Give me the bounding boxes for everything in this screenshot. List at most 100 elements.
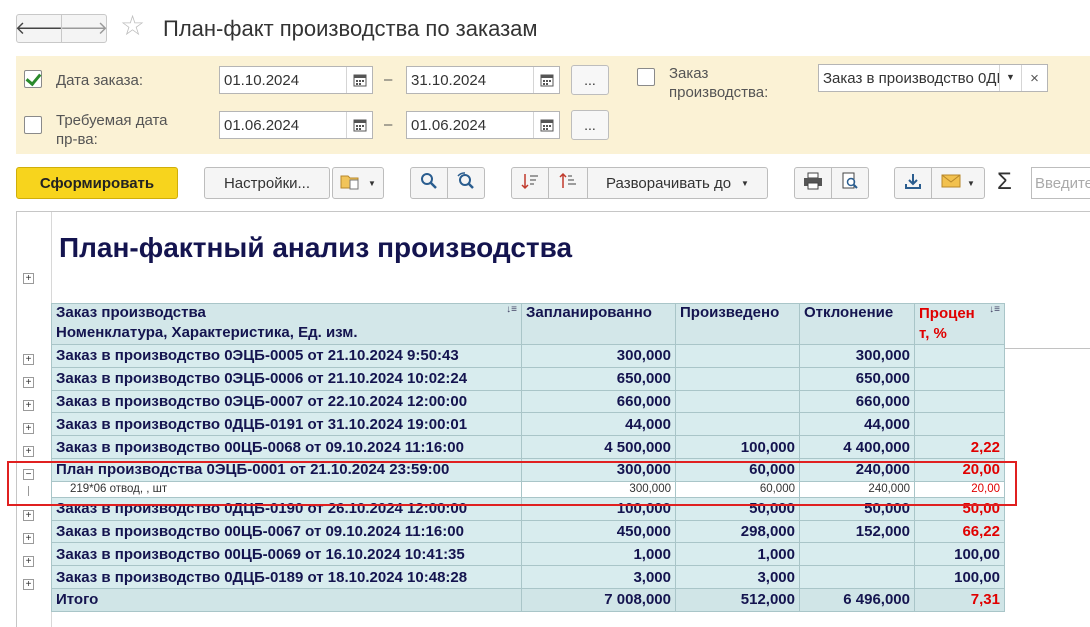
total-deviation: 6 496,000 [799,587,915,612]
row-order-name: План производства 0ЭЦБ-0001 от 21.10.202… [51,457,522,482]
table-row[interactable]: Заказ в производство 0ЭЦБ-0007 от 22.10.… [51,389,1005,414]
row-planned: 660,000 [521,389,676,414]
calendar-icon[interactable] [533,67,559,93]
expand-icon[interactable]: + [23,423,34,434]
column-header-planned[interactable]: Запланированно [521,303,676,345]
sort-descending-button[interactable] [511,167,549,199]
expand-icon[interactable]: + [23,446,34,457]
production-order-label-line1: Заказ [669,65,709,82]
column-header-order[interactable]: ↓≡ Заказ производства Номенклатура, Хара… [51,303,522,345]
expand-icon[interactable]: + [23,533,34,544]
chevron-down-icon[interactable]: ▼ [999,65,1021,91]
clear-icon[interactable]: × [1021,65,1047,91]
row-deviation: 50,000 [799,496,915,521]
report-variant-dropdown[interactable]: ▼ [332,167,384,199]
order-date-to-field[interactable]: 31.10.2024 [406,66,560,94]
table-row[interactable]: Заказ в производство 0ЭЦБ-0005 от 21.10.… [51,344,1005,368]
production-order-checkbox[interactable] [637,68,655,86]
table-row[interactable]: Заказ в производство 00ЦБ-0068 от 09.10.… [51,435,1005,459]
row-percent [914,344,1005,368]
row-deviation: 650,000 [799,366,915,391]
table-row[interactable]: Заказ в производство 0ЭЦБ-0006 от 21.10.… [51,366,1005,391]
table-row[interactable]: Заказ в производство 0ДЦБ-0190 от 26.10.… [51,496,1005,521]
table-row[interactable]: План производства 0ЭЦБ-0001 от 21.10.202… [51,457,1005,482]
star-icon[interactable]: ☆ [120,12,145,40]
row-percent: 20,00 [914,480,1005,498]
expand-icon[interactable]: + [23,510,34,521]
required-date-label: Требуемая дата пр-ва: [56,111,168,149]
required-date-from-field[interactable]: 01.06.2024 [219,111,373,139]
settings-button[interactable]: Настройки... [204,167,330,199]
find-button[interactable] [410,167,448,199]
column-header-produced[interactable]: Произведено [675,303,800,345]
row-deviation: 4 400,000 [799,435,915,459]
sort-ascending-button[interactable] [548,167,588,199]
calendar-icon[interactable] [346,67,372,93]
table-subrow[interactable]: 219*06 отвод, , шт 300,000 60,000 240,00… [51,480,1005,498]
table-row[interactable]: Заказ в производство 00ЦБ-0069 от 16.10.… [51,542,1005,567]
row-order-name: Заказ в производство 0ЭЦБ-0007 от 22.10.… [51,389,522,414]
row-deviation: 240,000 [799,457,915,482]
table-header-row: ↓≡ Заказ производства Номенклатура, Хара… [51,303,1005,345]
print-preview-button[interactable] [831,167,869,199]
order-date-from-field[interactable]: 01.10.2024 [219,66,373,94]
page-title: План-факт производства по заказам [163,16,538,41]
column-header-deviation[interactable]: Отклонение [799,303,915,345]
expand-icon[interactable]: + [23,273,34,284]
table-row[interactable]: Заказ в производство 0ДЦБ-0191 от 31.10.… [51,412,1005,437]
row-percent: 2,22 [914,435,1005,459]
row-deviation: 152,000 [799,519,915,544]
order-date-checkbox[interactable] [24,70,42,88]
total-percent: 7,31 [914,587,1005,612]
row-deviation: 300,000 [799,344,915,368]
save-button[interactable] [894,167,932,199]
required-date-checkbox[interactable] [24,116,42,134]
expand-icon[interactable]: + [23,354,34,365]
row-planned: 650,000 [521,366,676,391]
calendar-icon[interactable] [346,112,372,138]
row-planned: 300,000 [521,480,676,498]
table-row[interactable]: Заказ в производство 0ДЦБ-0189 от 18.10.… [51,565,1005,589]
row-planned: 300,000 [521,344,676,368]
column-header-percent[interactable]: ↓≡ Процен т, % [914,303,1005,345]
find-next-button[interactable] [447,167,485,199]
order-date-from-value: 01.10.2024 [224,72,300,89]
expand-icon[interactable]: + [23,400,34,411]
row-order-name: Заказ в производство 0ДЦБ-0190 от 26.10.… [51,496,522,521]
search-input[interactable]: Введите текст для поиска [1031,167,1090,199]
send-email-dropdown[interactable]: ▼ [931,167,985,199]
sort-ascending-icon [559,172,577,194]
total-produced: 512,000 [675,587,800,612]
generate-button[interactable]: Сформировать [16,167,178,199]
print-preview-icon [841,172,859,194]
table-row[interactable]: Заказ в производство 00ЦБ-0067 от 09.10.… [51,519,1005,544]
calendar-icon[interactable] [533,112,559,138]
expand-icon[interactable]: + [23,377,34,388]
expand-icon[interactable]: + [23,556,34,567]
row-percent [914,412,1005,437]
row-order-name: Заказ в производство 00ЦБ-0068 от 09.10.… [51,435,522,459]
order-date-period-button[interactable]: ... [571,65,609,95]
row-deviation [799,565,915,589]
sum-icon[interactable]: Σ [997,168,1012,196]
print-button[interactable] [794,167,832,199]
required-date-period-button[interactable]: ... [571,110,609,140]
order-date-to-value: 31.10.2024 [411,72,487,89]
sort-icon: ↓≡ [506,304,517,315]
row-produced: 60,000 [675,480,800,498]
row-percent: 100,00 [914,565,1005,589]
expand-to-dropdown[interactable]: Разворачивать до ▼ [587,167,768,199]
row-produced [675,344,800,368]
forward-button[interactable]: 🡒 [59,14,109,43]
expand-icon[interactable]: + [23,579,34,590]
required-date-to-value: 01.06.2024 [411,117,487,134]
required-date-to-field[interactable]: 01.06.2024 [406,111,560,139]
row-deviation: 44,000 [799,412,915,437]
collapse-icon[interactable]: − [23,469,34,480]
production-order-select[interactable]: Заказ в производство 0ДЦБ-0189 от 18.10.… [818,64,1048,92]
back-button[interactable]: 🡐 [15,14,63,43]
row-planned: 3,000 [521,565,676,589]
row-item-name: 219*06 отвод, , шт [51,480,522,498]
arrow-right-icon: 🡒 [59,18,109,38]
row-planned: 44,000 [521,412,676,437]
